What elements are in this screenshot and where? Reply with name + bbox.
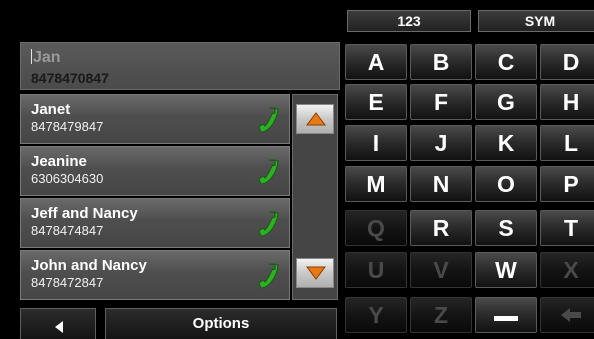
key-h[interactable]: H	[540, 84, 594, 120]
phone-icon[interactable]	[255, 106, 281, 134]
key-w[interactable]: W	[475, 252, 537, 288]
contact-number: 8478472847	[31, 275, 104, 290]
contact-name: John and Nancy	[31, 257, 147, 274]
space-bar-icon	[494, 316, 518, 322]
text-cursor	[31, 49, 32, 64]
key-e[interactable]: E	[345, 84, 407, 120]
key-c[interactable]: C	[475, 44, 537, 80]
key-y[interactable]: Y	[345, 297, 407, 333]
key-m[interactable]: M	[345, 166, 407, 202]
contact-number: 8478479847	[31, 119, 104, 134]
key-k[interactable]: K	[475, 125, 537, 161]
scroll-up-button[interactable]	[296, 104, 334, 134]
search-field[interactable]: Jan 8478470847	[20, 42, 340, 90]
search-name-text: Jan	[33, 49, 61, 66]
scroll-down-button[interactable]	[296, 258, 334, 288]
key-f[interactable]: F	[410, 84, 472, 120]
key-l[interactable]: L	[540, 125, 594, 161]
key-space[interactable]	[475, 297, 537, 333]
scroll-column	[292, 94, 338, 300]
contact-name: Janet	[31, 101, 71, 118]
key-x[interactable]: X	[540, 252, 594, 288]
key-u[interactable]: U	[345, 252, 407, 288]
key-s[interactable]: S	[475, 210, 537, 246]
phone-icon[interactable]	[255, 210, 281, 238]
key-j[interactable]: J	[410, 125, 472, 161]
key-t[interactable]: T	[540, 210, 594, 246]
key-v[interactable]: V	[410, 252, 472, 288]
contact-row-jeff-and-nancy[interactable]: Jeff and Nancy 8478474847	[20, 198, 290, 248]
contact-row-janet[interactable]: Janet 8478479847	[20, 94, 290, 144]
key-p[interactable]: P	[540, 166, 594, 202]
key-o[interactable]: O	[475, 166, 537, 202]
tab-sym[interactable]: SYM	[478, 10, 594, 32]
arrow-left-icon	[561, 308, 581, 322]
contact-number: 6306304630	[31, 171, 104, 186]
contact-row-jeanine[interactable]: Jeanine 6306304630	[20, 146, 290, 196]
contact-number: 8478474847	[31, 223, 104, 238]
key-b[interactable]: B	[410, 44, 472, 80]
key-n[interactable]: N	[410, 166, 472, 202]
options-button[interactable]: Options	[105, 308, 337, 339]
phone-icon[interactable]	[255, 262, 281, 290]
triangle-left-icon	[55, 321, 63, 333]
key-backspace[interactable]	[540, 297, 594, 333]
key-q[interactable]: Q	[345, 210, 407, 246]
key-a[interactable]: A	[345, 44, 407, 80]
key-d[interactable]: D	[540, 44, 594, 80]
phone-icon[interactable]	[255, 158, 281, 186]
key-r[interactable]: R	[410, 210, 472, 246]
search-number-text: 8478470847	[31, 70, 109, 86]
tab-123[interactable]: 123	[347, 10, 471, 32]
triangle-up-icon	[306, 112, 326, 126]
contact-name: Jeff and Nancy	[31, 205, 138, 222]
back-button[interactable]	[20, 308, 96, 339]
key-z[interactable]: Z	[410, 297, 472, 333]
key-g[interactable]: G	[475, 84, 537, 120]
contact-name: Jeanine	[31, 153, 87, 170]
key-i[interactable]: I	[345, 125, 407, 161]
triangle-down-icon	[306, 266, 326, 280]
contact-row-john-and-nancy[interactable]: John and Nancy 8478472847	[20, 250, 290, 300]
